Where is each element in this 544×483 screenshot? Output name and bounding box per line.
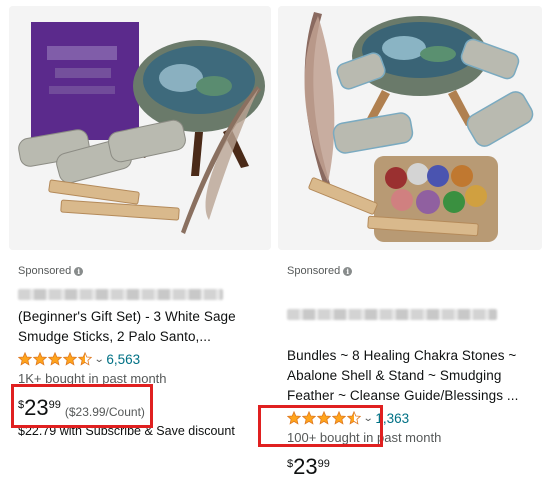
rating-row[interactable]: ⌄ 6,563 bbox=[18, 350, 263, 368]
rating-count-link[interactable]: 6,563 bbox=[106, 352, 140, 367]
star-icon bbox=[18, 352, 32, 366]
star-icon bbox=[78, 352, 92, 366]
product-title-text[interactable]: Bundles ~ 8 Healing Chakra Stones ~ Abal… bbox=[287, 348, 518, 403]
price[interactable]: $ 23 99 bbox=[287, 455, 534, 483]
sponsored-label[interactable]: Sponsored i bbox=[18, 265, 263, 277]
sponsored-text: Sponsored bbox=[18, 265, 72, 277]
brand-name-redacted bbox=[18, 289, 223, 300]
price-fraction: 99 bbox=[317, 458, 330, 470]
price-highlight-box-1 bbox=[11, 384, 153, 428]
product-image-2[interactable] bbox=[278, 6, 542, 250]
sponsored-label[interactable]: Sponsored i bbox=[287, 265, 534, 277]
product-title-link[interactable]: (Beginner's Gift Set) - 3 White Sage Smu… bbox=[18, 307, 263, 347]
star-rating[interactable] bbox=[18, 352, 93, 366]
product-title-link[interactable]: Bundles ~ 8 Healing Chakra Stones ~ Abal… bbox=[287, 285, 534, 406]
product-card-1[interactable]: Sponsored i (Beginner's Gift Set) - 3 Wh… bbox=[9, 6, 271, 449]
star-icon bbox=[63, 352, 77, 366]
sponsored-text: Sponsored bbox=[287, 265, 341, 277]
price-highlight-box-2 bbox=[258, 405, 383, 447]
info-icon[interactable]: i bbox=[74, 266, 84, 276]
product-card-2[interactable]: Sponsored i Bundles ~ 8 Healing Chakra S… bbox=[278, 6, 542, 479]
chevron-down-icon[interactable]: ⌄ bbox=[94, 354, 105, 365]
price-whole: 23 bbox=[293, 454, 318, 479]
star-icon bbox=[48, 352, 62, 366]
product-photo-1 bbox=[9, 6, 271, 250]
product-image-1[interactable] bbox=[9, 6, 271, 250]
info-icon[interactable]: i bbox=[343, 266, 353, 276]
product-photo-2 bbox=[278, 6, 542, 250]
star-icon bbox=[33, 352, 47, 366]
brand-name-redacted bbox=[287, 309, 497, 320]
